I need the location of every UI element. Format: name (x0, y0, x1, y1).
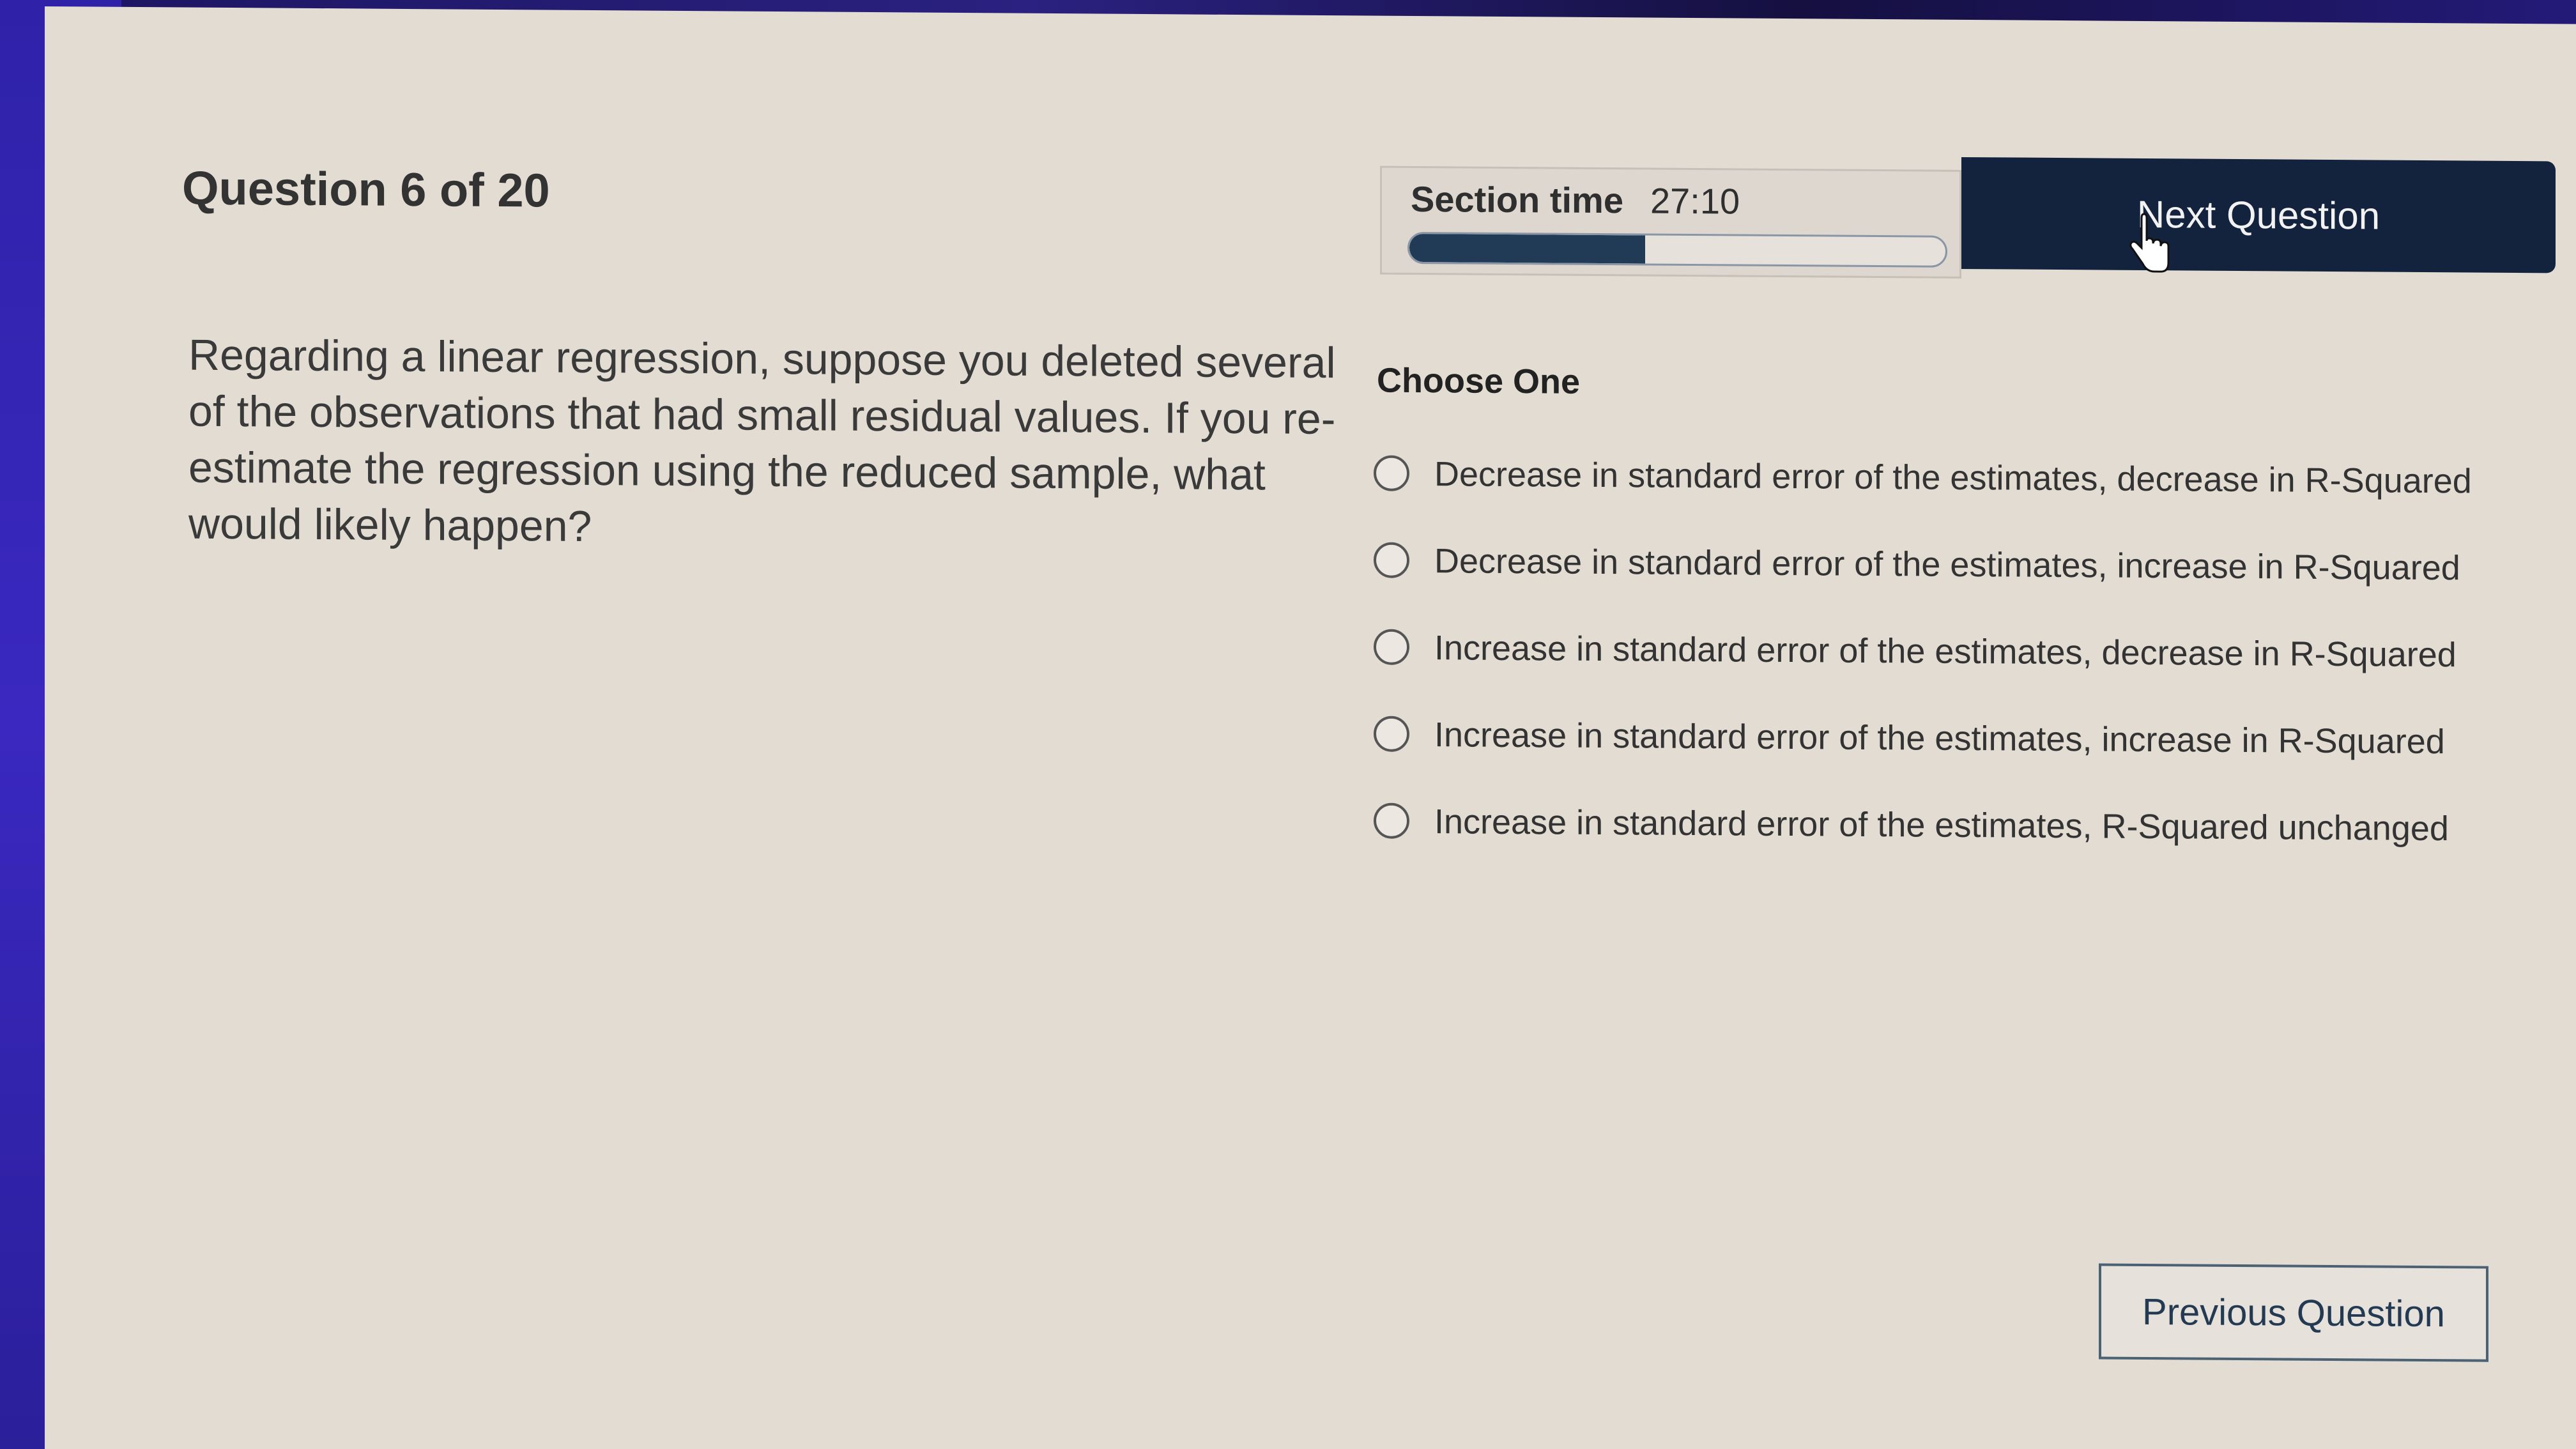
answer-option-label: Increase in standard error of the estima… (1434, 802, 2449, 848)
choose-one-instruction: Choose One (1377, 361, 1581, 401)
answer-option-2[interactable]: Decrease in standard error of the estima… (1374, 537, 2498, 592)
radio-unchecked-icon[interactable] (1374, 716, 1409, 752)
answer-option-5[interactable]: Increase in standard error of the estima… (1374, 798, 2498, 853)
question-text: Regarding a linear regression, suppose y… (188, 330, 1336, 551)
previous-question-button[interactable]: Previous Question (2099, 1263, 2488, 1362)
section-time-label: Section time (1411, 178, 1623, 221)
answer-option-label: Decrease in standard error of the estima… (1434, 542, 2460, 588)
question-counter: Question 6 of 20 (182, 161, 550, 217)
section-time-progress-fill (1409, 233, 1646, 264)
answer-option-label: Increase in standard error of the estima… (1434, 629, 2457, 675)
section-time-progress-bar (1407, 231, 1947, 268)
answer-option-label: Decrease in standard error of the estima… (1434, 455, 2472, 501)
radio-unchecked-icon[interactable] (1374, 629, 1409, 665)
answer-option-4[interactable]: Increase in standard error of the estima… (1374, 711, 2498, 766)
radio-unchecked-icon[interactable] (1374, 542, 1409, 578)
section-time-value: 27:10 (1650, 180, 1740, 222)
exam-screen: Question 6 of 20 Section time 27:10 Next… (45, 6, 2576, 1449)
hand-pointer-icon (2129, 213, 2170, 273)
radio-unchecked-icon[interactable] (1374, 802, 1409, 839)
answer-option-3[interactable]: Increase in standard error of the estima… (1374, 624, 2498, 679)
answer-option-1[interactable]: Decrease in standard error of the estima… (1374, 450, 2498, 505)
answer-option-label: Increase in standard error of the estima… (1434, 716, 2445, 762)
section-timer: Section time 27:10 (1380, 165, 1961, 279)
radio-unchecked-icon[interactable] (1374, 455, 1409, 491)
next-question-button[interactable]: Next Question (1961, 157, 2556, 273)
answer-options: Decrease in standard error of the estima… (1374, 450, 2498, 893)
